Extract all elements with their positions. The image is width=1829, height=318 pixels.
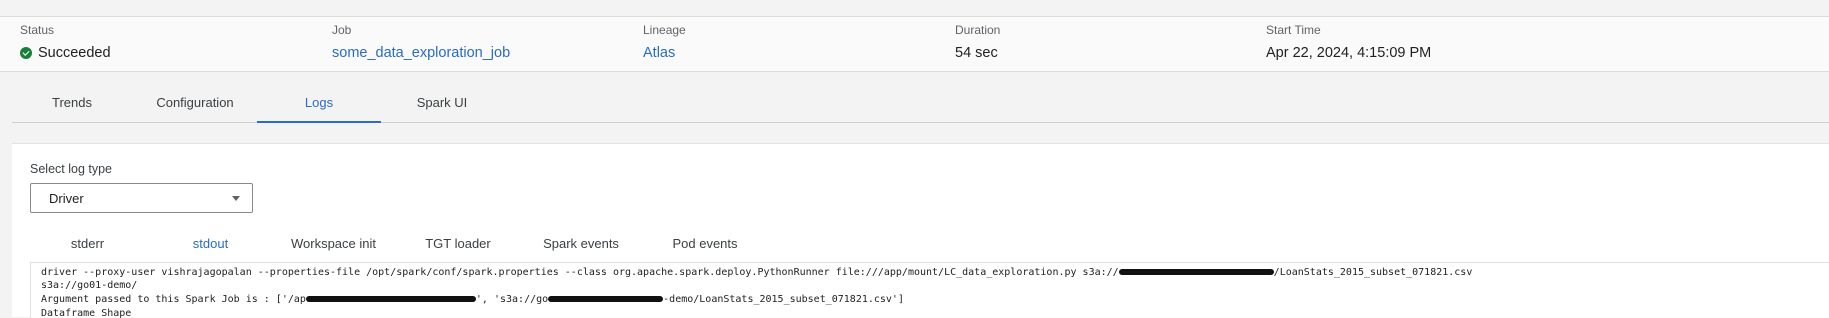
status-label: Status: [20, 23, 55, 37]
log-type-value: Driver: [49, 190, 84, 206]
log-line-text: driver --proxy-user vishrajagopalan --pr…: [41, 267, 1119, 278]
duration-field: Duration 54 sec: [955, 23, 1000, 62]
log-type-label: Select log type: [30, 162, 112, 176]
log-type-select[interactable]: Driver: [30, 183, 253, 213]
tab-logs[interactable]: Logs: [257, 82, 381, 123]
status-text: Succeeded: [38, 45, 111, 61]
log-line: Dataframe Shape: [41, 308, 131, 318]
log-panel: Select log type Driver stderr stdout Wor…: [12, 143, 1829, 318]
start-time-label: Start Time: [1266, 23, 1321, 37]
log-source-tabs: stderr stdout Workspace init TGT loader …: [12, 223, 1829, 264]
start-time-field: Start Time Apr 22, 2024, 4:15:09 PM: [1266, 23, 1431, 62]
job-run-tabs: Trends Configuration Logs Spark UI: [12, 82, 1829, 123]
log-line-text: Argument passed to this Spark Job is : […: [41, 294, 306, 305]
log-line: driver --proxy-user vishrajagopalan --pr…: [41, 267, 1472, 279]
tab-spark-events[interactable]: Spark events: [519, 223, 643, 263]
log-line: Argument passed to this Spark Job is : […: [41, 294, 904, 306]
redacted-block: [305, 296, 476, 302]
log-line-text: ', 's3a://go: [475, 294, 549, 305]
duration-value: 54 sec: [955, 45, 998, 61]
status-field: Status Succeeded: [20, 23, 111, 62]
lineage-field: Lineage Atlas: [643, 23, 686, 62]
chevron-down-icon: [232, 196, 240, 201]
log-line-text: Dataframe Shape: [41, 308, 132, 318]
log-line-text: -demo/LoanStats_2015_subset_071821.csv']: [663, 294, 904, 305]
job-label: Job: [332, 23, 352, 37]
log-output[interactable]: driver --proxy-user vishrajagopalan --pr…: [30, 262, 1829, 318]
redacted-block: [1118, 269, 1274, 275]
log-line: s3a://go01-demo/: [41, 280, 137, 292]
tab-spark-ui[interactable]: Spark UI: [381, 82, 503, 122]
log-line-text: s3a://go01-demo/: [41, 280, 138, 291]
lineage-label: Lineage: [643, 23, 686, 37]
tab-stdout[interactable]: stdout: [149, 223, 272, 264]
log-line-text: /LoanStats_2015_subset_071821.csv: [1273, 267, 1473, 278]
job-run-summary: Status Succeeded Job some_data_explorati…: [0, 16, 1829, 72]
tab-workspace-init[interactable]: Workspace init: [272, 223, 395, 263]
redacted-block: [548, 296, 664, 302]
lineage-link[interactable]: Atlas: [643, 44, 686, 62]
check-circle-icon: [20, 47, 32, 59]
tab-pod-events[interactable]: Pod events: [643, 223, 767, 263]
job-link[interactable]: some_data_exploration_job: [332, 44, 510, 62]
tab-stderr[interactable]: stderr: [26, 223, 149, 263]
tab-trends[interactable]: Trends: [12, 82, 132, 122]
tab-tgt-loader[interactable]: TGT loader: [396, 223, 520, 263]
job-field: Job some_data_exploration_job: [332, 23, 510, 62]
duration-label: Duration: [955, 23, 1001, 37]
status-value: Succeeded: [20, 44, 111, 62]
start-time-value: Apr 22, 2024, 4:15:09 PM: [1266, 45, 1432, 61]
tab-configuration[interactable]: Configuration: [132, 82, 258, 122]
